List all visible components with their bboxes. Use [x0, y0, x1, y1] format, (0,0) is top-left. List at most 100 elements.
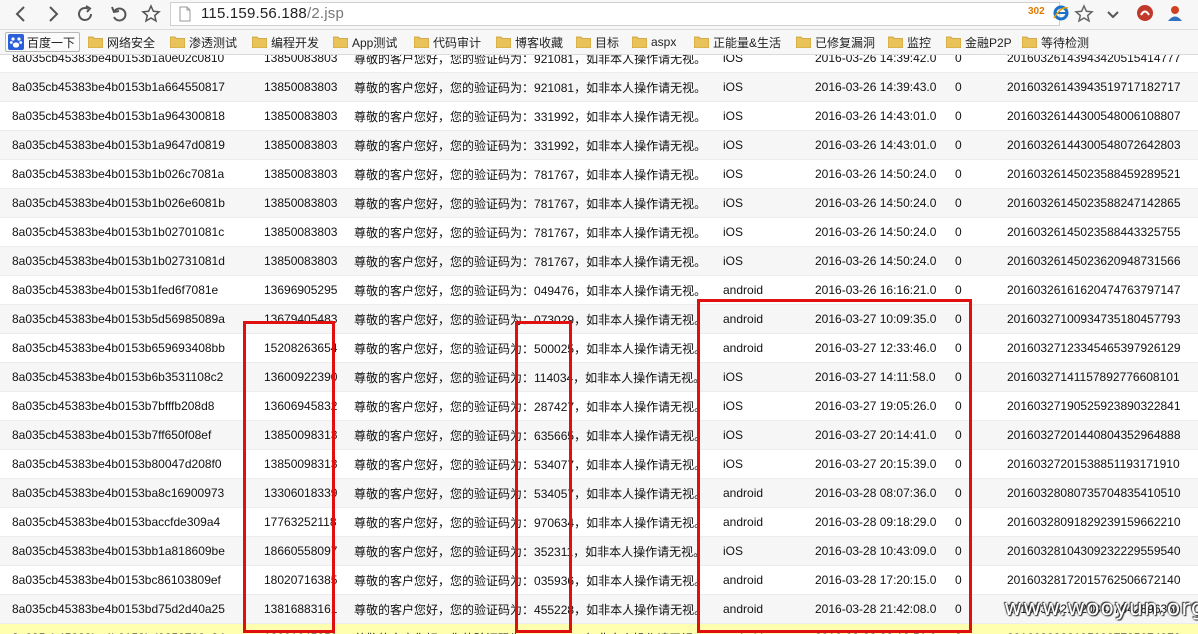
- status-cell: 0: [943, 159, 995, 189]
- reference-cell: 20160327100934735180457793: [995, 304, 1198, 334]
- bookmark-folder[interactable]: 编程开发: [252, 33, 319, 51]
- bookmark-label: 百度一下: [27, 35, 76, 50]
- status-cell: 0: [943, 565, 995, 595]
- watermark: www.wooyun.org: [1004, 596, 1198, 621]
- time-cell: 2016-03-26 14:50:24.0: [803, 188, 943, 218]
- bookmark-folder[interactable]: 目标: [576, 33, 619, 51]
- undo-close-button[interactable]: [106, 2, 132, 26]
- forward-button[interactable]: [40, 2, 66, 26]
- message-suffix: ，如非本人操作请无视。: [574, 55, 707, 66]
- time-cell: 2016-03-26 14:39:42.0: [803, 55, 943, 73]
- message-cell: 尊敬的客户您好，您的验证码为：035936，如非本人操作请无视。: [342, 565, 711, 595]
- back-arrow-icon: [15, 6, 25, 22]
- sms-log-table: 8a035cb45383be4b0153b1a0e02c0810 13850083…: [0, 55, 1198, 634]
- message-suffix: ，如非本人操作请无视。: [574, 457, 707, 472]
- status-cell: 0: [943, 478, 995, 508]
- message-code: 352311: [534, 544, 574, 559]
- message-id-cell: 8a035cb45383be4b0153b1b02731081d: [0, 246, 252, 276]
- extension-icon[interactable]: [1136, 4, 1154, 22]
- message-id-cell: 8a035cb45383be4b0153bd9858790a34: [0, 623, 252, 634]
- bookmark-folder[interactable]: 等待检测: [1022, 33, 1089, 51]
- message-code: 500025: [534, 341, 575, 356]
- message-suffix: ，如非本人操作请无视。: [574, 602, 707, 617]
- message-suffix: ，如非本人操作请无视。: [574, 515, 707, 530]
- message-prefix: 尊敬的客户您好，您的验证码为：: [354, 341, 535, 356]
- os-cell: android: [711, 275, 803, 305]
- reference-cell: 20160328221950987735074970: [995, 623, 1198, 634]
- reference-cell: 20160326143943420515414777: [995, 55, 1198, 73]
- back-button[interactable]: [8, 2, 34, 26]
- table-row: 8a035cb45383be4b0153b1fed6f7081e 13696905…: [0, 275, 1198, 305]
- folder-icon: [796, 36, 811, 48]
- message-cell: 尊敬的客户您好，您的验证码为：331992，如非本人操作请无视。: [342, 101, 711, 131]
- ie-icon[interactable]: [1052, 4, 1070, 22]
- message-id-cell: 8a035cb45383be4b0153b1b02701081c: [0, 217, 252, 247]
- bookmark-folder[interactable]: 代码审计: [414, 33, 481, 51]
- phone-cell: 13679405483: [252, 304, 342, 334]
- bookmark-folder[interactable]: 监控: [888, 33, 931, 51]
- bookmark-folder[interactable]: 博客收藏: [496, 33, 563, 51]
- status-cell: 0: [943, 333, 995, 363]
- folder-icon: [888, 36, 903, 48]
- phone-cell: 13850083803: [252, 130, 342, 160]
- bookmark-folder[interactable]: aspx: [632, 33, 676, 51]
- bookmark-folder[interactable]: 渗透测试: [170, 33, 237, 51]
- bookmark-star-button[interactable]: [138, 2, 164, 26]
- time-cell: 2016-03-26 14:39:43.0: [803, 72, 943, 102]
- message-id-cell: 8a035cb45383be4b0153b1a664550817: [0, 72, 252, 102]
- bookmark-label: 金融P2P: [965, 35, 1012, 50]
- status-cell: 0: [943, 362, 995, 392]
- time-cell: 2016-03-27 20:14:41.0: [803, 420, 943, 450]
- status-cell: 0: [943, 72, 995, 102]
- table-row: 8a035cb45383be4b0153b659693408bb 15208263…: [0, 333, 1198, 363]
- time-cell: 2016-03-26 14:50:24.0: [803, 217, 943, 247]
- message-id-cell: 8a035cb45383be4b0153b659693408bb: [0, 333, 252, 363]
- message-id-cell: 8a035cb45383be4b0153b5d56985089a: [0, 304, 252, 334]
- phone-cell: 17763252118: [252, 507, 342, 537]
- message-prefix: 尊敬的客户您好，您的验证码为：: [354, 55, 535, 66]
- bookmark-label: 博客收藏: [515, 35, 564, 50]
- reload-button[interactable]: [72, 2, 98, 26]
- time-cell: 2016-03-28 10:43:09.0: [803, 536, 943, 566]
- menu-chevron-icon[interactable]: [1104, 5, 1122, 23]
- message-prefix: 尊敬的客户您好，您的验证码为：: [354, 196, 535, 211]
- message-suffix: ，如非本人操作请无视。: [573, 370, 706, 385]
- bookmark-folder[interactable]: 网络安全: [88, 33, 155, 51]
- folder-icon: [252, 36, 267, 48]
- phone-cell: 13606945832: [252, 391, 342, 421]
- address-bar[interactable]: 115.159.56.188/2.jsp: [170, 2, 1060, 26]
- reference-cell: 20160327201538851193171910: [995, 449, 1198, 479]
- message-code: 073029: [534, 312, 575, 327]
- time-cell: 2016-03-26 14:50:24.0: [803, 246, 943, 276]
- message-cell: 尊敬的客户您好，您的验证码为：073029，如非本人操作请无视。: [342, 304, 711, 334]
- bookmark-folder[interactable]: 金融P2P: [946, 33, 1012, 51]
- page-icon: [179, 6, 191, 22]
- message-id-cell: 8a035cb45383be4b0153b1a0e02c0810: [0, 55, 252, 73]
- message-id-cell: 8a035cb45383be4b0153b1b026e6081b: [0, 188, 252, 218]
- bookmark-folder[interactable]: App测试: [333, 33, 397, 51]
- table-row: 8a035cb45383be4b0153b1a0e02c0810 13850083…: [0, 55, 1198, 73]
- os-cell: android: [711, 623, 803, 634]
- message-cell: 尊敬的客户您好，您的验证码为：116421，如非本人操作请无视。: [342, 623, 711, 634]
- status-cell: 0: [943, 536, 995, 566]
- message-cell: 尊敬的客户您好，您的验证码为：455228，如非本人操作请无视。: [342, 594, 711, 624]
- os-cell: android: [711, 507, 803, 537]
- message-suffix: ，如非本人操作请无视。: [574, 486, 707, 501]
- message-prefix: 尊敬的客户您好，您的验证码为：: [354, 544, 535, 559]
- forward-arrow-icon: [49, 6, 59, 22]
- table-row: 8a035cb45383be4b0153bb1a818609be 18660558…: [0, 536, 1198, 566]
- bookmark-label: 网络安全: [107, 35, 156, 50]
- message-code: 534057: [534, 486, 575, 501]
- message-code: 331992: [534, 109, 575, 124]
- folder-icon: [333, 36, 348, 48]
- message-suffix: ，如非本人操作请无视。: [573, 544, 706, 559]
- message-code: 035936: [534, 573, 575, 588]
- bookmark-baidu[interactable]: 百度一下: [5, 32, 81, 52]
- bookmark-folder[interactable]: 已修复漏洞: [796, 33, 875, 51]
- os-cell: iOS: [711, 55, 803, 73]
- status-cell: 0: [943, 507, 995, 537]
- user-icon[interactable]: [1166, 4, 1184, 22]
- bookmark-folder[interactable]: 正能量&生活: [694, 33, 781, 51]
- favorite-star-icon[interactable]: [1074, 4, 1094, 24]
- message-prefix: 尊敬的客户您好，您的验证码为：: [354, 254, 535, 269]
